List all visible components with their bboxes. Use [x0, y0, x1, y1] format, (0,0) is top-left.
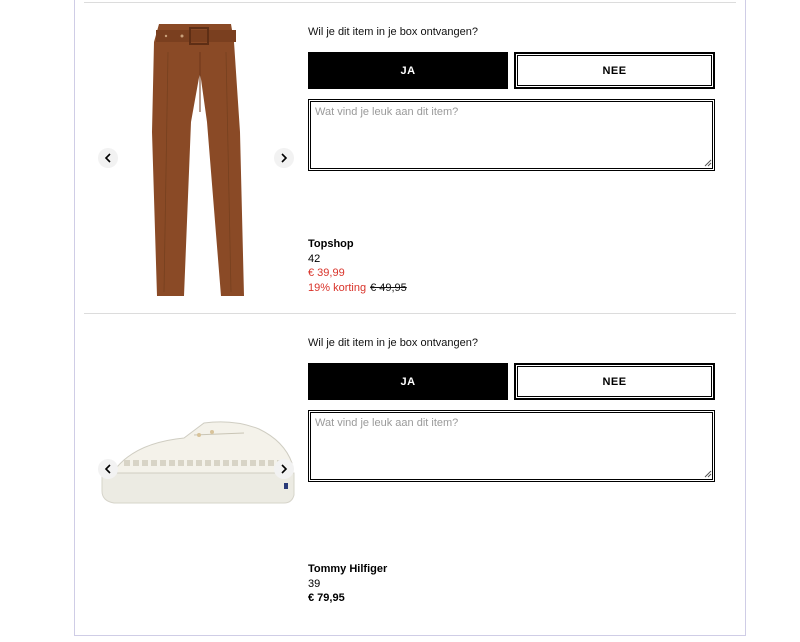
item-question: Wil je dit item in je box ontvangen?: [308, 26, 478, 38]
item-question: Wil je dit item in je box ontvangen?: [308, 337, 478, 349]
product-image-carousel: [94, 12, 304, 312]
no-button[interactable]: NEE: [514, 363, 715, 400]
product-info: Topshop 42 € 39,99 19% korting € 49,95: [308, 237, 407, 295]
discount-label: 19% korting: [308, 281, 367, 294]
product-price: € 39,99: [308, 267, 345, 279]
chevron-right-icon: [281, 153, 288, 163]
carousel-prev-button[interactable]: [98, 459, 118, 479]
resize-handle-icon[interactable]: [704, 159, 712, 167]
divider: [84, 2, 736, 3]
carousel-next-button[interactable]: [274, 459, 294, 479]
product-brand: Topshop: [308, 238, 354, 250]
trousers-image: [152, 24, 244, 296]
comment-field[interactable]: [308, 99, 715, 171]
product-size: 39: [308, 577, 321, 590]
yes-button[interactable]: JA: [308, 52, 508, 89]
product-price: € 79,95: [308, 592, 345, 604]
old-price: € 49,95: [370, 281, 407, 294]
product-info: Tommy Hilfiger 39 € 79,95: [308, 562, 387, 606]
carousel-prev-button[interactable]: [98, 148, 118, 168]
yes-button[interactable]: JA: [308, 363, 508, 400]
resize-handle-icon[interactable]: [704, 470, 712, 478]
product-image-carousel: [94, 323, 304, 623]
chevron-left-icon: [104, 464, 111, 474]
chevron-right-icon: [281, 464, 288, 474]
chevron-left-icon: [104, 153, 111, 163]
divider: [84, 313, 736, 314]
product-size: 42: [308, 252, 321, 265]
sneaker-image: [101, 421, 295, 504]
product-brand: Tommy Hilfiger: [308, 563, 388, 575]
carousel-next-button[interactable]: [274, 148, 294, 168]
comment-field[interactable]: [308, 410, 715, 482]
no-button[interactable]: NEE: [514, 52, 715, 89]
